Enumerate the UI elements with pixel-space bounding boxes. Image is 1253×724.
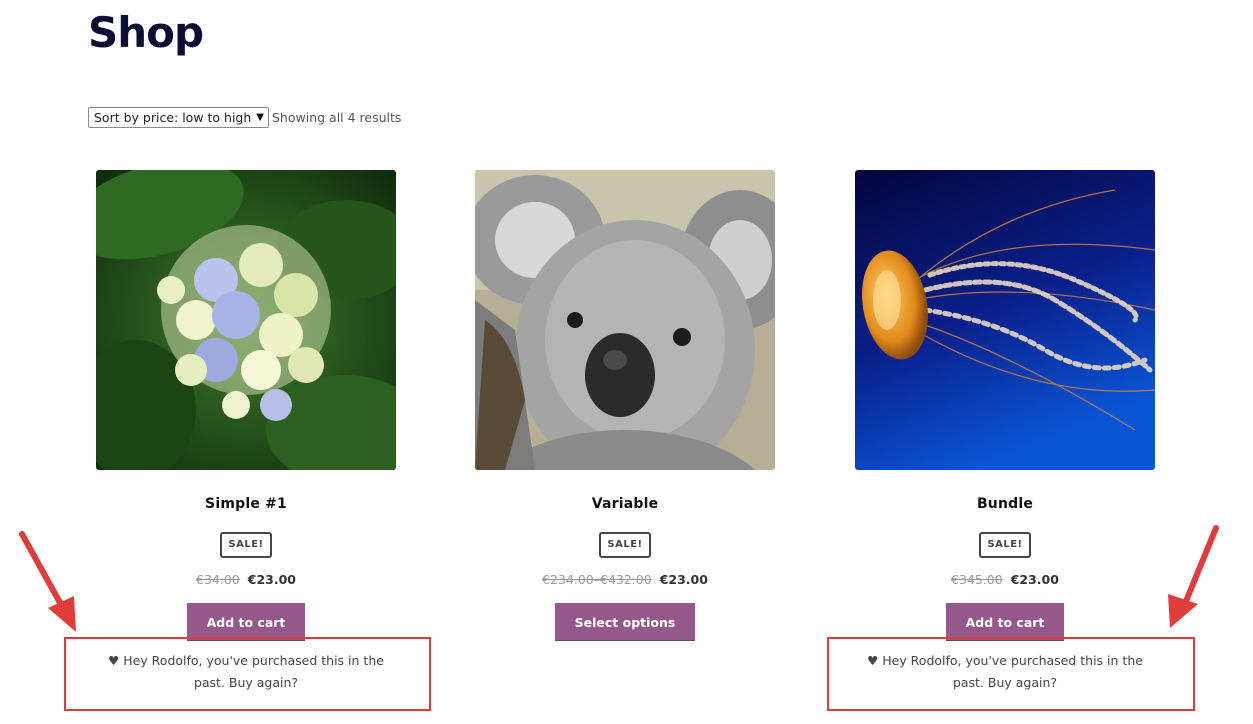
product-price: €234.00–€432.00 €23.00 (475, 572, 775, 588)
product-card: Variable SALE! €234.00–€432.00 €23.00 Sel… (475, 170, 775, 641)
product-price: €34.00 €23.00 (96, 572, 396, 588)
product-card: Simple #1 SALE! €34.00 €23.00 Add to cart… (96, 170, 396, 690)
product-title[interactable]: Bundle (855, 496, 1155, 512)
koala-image (475, 170, 775, 470)
price-old: €345.00 (951, 572, 1003, 587)
annotation-arrow-icon (19, 531, 76, 632)
result-count: Showing all 4 results (272, 110, 402, 125)
highlight-box (827, 637, 1195, 711)
page-title: Shop (88, 8, 204, 57)
price-old: €234.00–€432.00 (542, 572, 652, 587)
product-image[interactable] (475, 170, 775, 470)
price-new: €23.00 (659, 572, 708, 587)
hydrangea-image (96, 170, 396, 470)
product-image[interactable] (96, 170, 396, 470)
highlight-box (64, 637, 431, 711)
product-card: Bundle SALE! €345.00 €23.00 Add to cart ♥… (855, 170, 1155, 690)
add-to-cart-button[interactable]: Add to cart (186, 603, 306, 641)
caret-down-icon: ▼ (256, 112, 264, 123)
product-price: €345.00 €23.00 (855, 572, 1155, 588)
product-image[interactable] (855, 170, 1155, 470)
price-new: €23.00 (1010, 572, 1059, 587)
select-options-button[interactable]: Select options (554, 603, 696, 641)
sale-badge: SALE! (220, 532, 272, 558)
sale-badge: SALE! (979, 532, 1031, 558)
product-title[interactable]: Simple #1 (96, 496, 396, 512)
price-old: €34.00 (196, 572, 240, 587)
annotation-arrow-icon (1168, 525, 1219, 628)
sale-badge: SALE! (599, 532, 651, 558)
product-title[interactable]: Variable (475, 496, 775, 512)
sort-select[interactable]: Sort by price: low to high ▼ (88, 107, 269, 128)
sort-select-value: Sort by price: low to high (94, 110, 252, 125)
add-to-cart-button[interactable]: Add to cart (945, 603, 1065, 641)
jellyfish-image (855, 170, 1155, 470)
price-new: €23.00 (247, 572, 296, 587)
